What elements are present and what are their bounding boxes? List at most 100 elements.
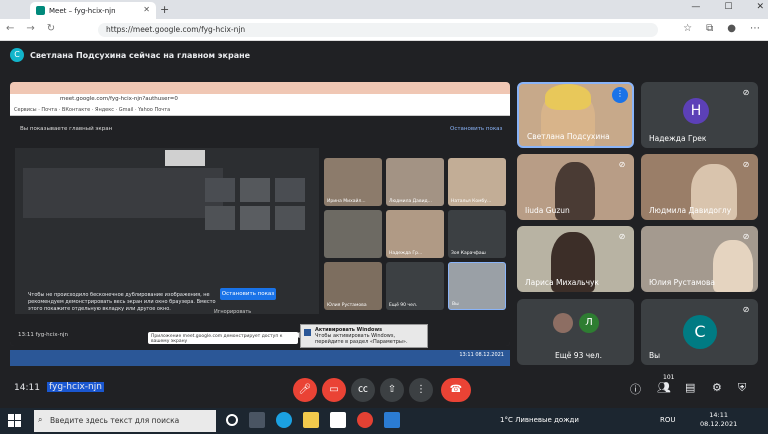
mic-off-icon: 🎤︎ [298,384,312,395]
mic-off-icon: ⊘ [742,305,750,314]
people-icon: 👥︎ [657,381,671,394]
inner-participant-tile [324,210,382,258]
mic-toggle-button[interactable]: 🎤︎ [293,378,317,402]
inner-participant-tile: Ирина Михайл... [324,158,382,206]
clock-time: 14:11 [709,411,728,419]
url-field[interactable]: https://meet.google.com/fyg-hcix-njn [98,23,658,37]
mic-off-icon: ⊘ [742,88,750,97]
inner-participant-name: Наталья Комбу... [451,199,492,204]
forward-icon[interactable]: → [26,23,34,34]
tile-name: Вы [649,351,661,360]
participant-tile-3[interactable]: ⊘ Людмила Давидоглу [641,154,758,220]
presentation-banner: С Светлана Подсухина сейчас на главном э… [10,48,250,62]
avatar: С [10,48,24,62]
mic-off-icon: ⊘ [742,232,750,241]
inner-warning-text: Чтобы не происходило бесконечное дублиро… [28,292,216,312]
inner-url: meet.google.com/fyg-hcix-njn?authuser=0 [60,96,178,102]
meeting-time: 14:11 [14,383,40,393]
avatar: Л [579,313,599,333]
plus-icon[interactable]: + [160,3,169,16]
inner-participant-name: Ирина Михайл... [327,199,366,204]
end-call-button[interactable]: ☎ [441,378,471,402]
participants-count-badge: 101 [663,374,675,381]
inner-participant-name: Вы [452,302,459,307]
tile-name: Ещё 93 чел. [555,351,602,360]
search-icon: ⌕ [38,415,43,424]
participants-button[interactable]: 👥︎ [657,381,671,394]
collections-icon[interactable]: ⧉ [706,23,713,34]
activities-button[interactable]: ⚙ [712,381,722,394]
tile-name: Людмила Давидоглу [649,206,732,215]
tab-title: Meet – fyg-hcix-njn [49,6,116,15]
more-vert-icon[interactable]: ⋮ [612,87,628,103]
participant-tile-0[interactable]: ⋮ Светлана Подсухина [517,82,634,148]
task-view-icon[interactable] [249,412,265,428]
participant-tile-2[interactable]: ⊘ Iiuda Guzun [517,154,634,220]
inner-presenting-text: Вы показываете главный экран [20,126,113,132]
inner-participant-grid: Ирина Михайл... Людмила Давид... Наталья К… [324,158,510,316]
tile-name: Надежда Грек [649,134,707,143]
chrome-icon[interactable] [357,412,373,428]
browser-tab[interactable]: Meet – fyg-hcix-njn ✕ [30,2,156,19]
profile-icon[interactable]: ● [727,23,736,34]
participant-tile-7[interactable]: С ⊘ Вы [641,299,758,365]
inner-participant-tile: Надежда Гр... [386,210,444,258]
taskbar-apps [226,412,400,428]
favorites-icon[interactable]: ☆ [683,23,692,34]
presentation-text: Светлана Подсухина сейчас на главном экр… [30,50,251,60]
more-options-button[interactable]: ⋮ [409,378,433,402]
shared-screen: meet.google.com/fyg-hcix-njn?authuser=0 … [10,82,510,346]
participant-tile-6[interactable]: Л Ещё 93 чел. [517,299,634,365]
meeting-details-button[interactable]: ⓘ [630,381,641,397]
inner-participant-name: Ещё 90 чел. [389,303,418,308]
word-icon[interactable] [384,412,400,428]
minimize-icon[interactable]: — [691,2,700,12]
inner-participant-name: Людмила Давид... [389,199,432,204]
inner-participant-tile: Наталья Комбу... [448,158,506,206]
windows-start-icon[interactable] [8,414,21,427]
inner-participant-tile: Вы [448,262,506,310]
present-button[interactable]: ⇧ [380,378,404,402]
inner-clock: 13:11 08.12.2021 [459,352,504,358]
weather-widget[interactable]: 1°C Ливневые дожди [500,416,579,424]
inner-time-code: 13:11 fyg-hcix-njn [18,332,68,338]
inner-stop-button: Остановить показ [220,288,276,300]
edge-icon[interactable] [276,412,292,428]
more-vert-icon: ⋮ [416,384,426,395]
inner-bookmarks: Сервисы · Почта · ВКонтакте · Яндекс · G… [10,106,510,116]
close-window-icon[interactable]: ✕ [756,2,764,12]
mic-off-icon: ⊘ [618,232,626,241]
chat-button[interactable]: ▤ [685,381,695,394]
inner-address-bar: meet.google.com/fyg-hcix-njn?authuser=0 [10,94,510,106]
inner-participant-name: Юлия Рустамова [327,303,367,308]
avatar: Н [683,98,709,124]
captions-icon: ㏄ [358,384,368,395]
windows-activation-notice: Активировать Windows Чтобы активировать … [300,324,428,348]
browser-toolbar: ☆ ⧉ ● ⋯ [683,23,760,34]
menu-icon[interactable]: ⋯ [750,23,760,34]
tab-close-icon[interactable]: ✕ [143,5,150,14]
camera-toggle-button[interactable]: ▭ [322,378,346,402]
language-indicator[interactable]: ROU [660,416,676,424]
captions-button[interactable]: ㏄ [351,378,375,402]
end-call-icon: ☎ [449,384,463,395]
participant-tile-1[interactable]: Н ⊘ Надежда Грек [641,82,758,148]
participant-tile-5[interactable]: ⊘ Юлия Рустамова [641,226,758,292]
host-controls-button[interactable]: ⛨ [738,381,746,395]
taskbar-search[interactable]: ⌕ Введите здесь текст для поиска [34,410,216,432]
store-icon[interactable] [330,412,346,428]
windows-icon [304,329,311,336]
back-icon[interactable]: ← [6,23,14,34]
shield-icon: ⛨ [738,381,747,394]
inner-participant-tile: Юлия Рустамова [324,262,382,310]
maximize-icon[interactable]: ☐ [724,2,732,12]
taskbar-clock[interactable]: 14:11 08.12.2021 [700,411,737,429]
cortana-icon[interactable] [226,414,238,426]
chat-icon: ▤ [685,381,696,394]
participant-tile-4[interactable]: ⊘ Лариса Михальчук [517,226,634,292]
file-explorer-icon[interactable] [303,412,319,428]
meeting-code[interactable]: fyg-hcix-njn [47,382,104,392]
reload-icon[interactable]: ↻ [47,23,55,34]
inner-tab-bar [10,82,510,94]
nav-buttons: ← → ↻ [6,23,55,34]
